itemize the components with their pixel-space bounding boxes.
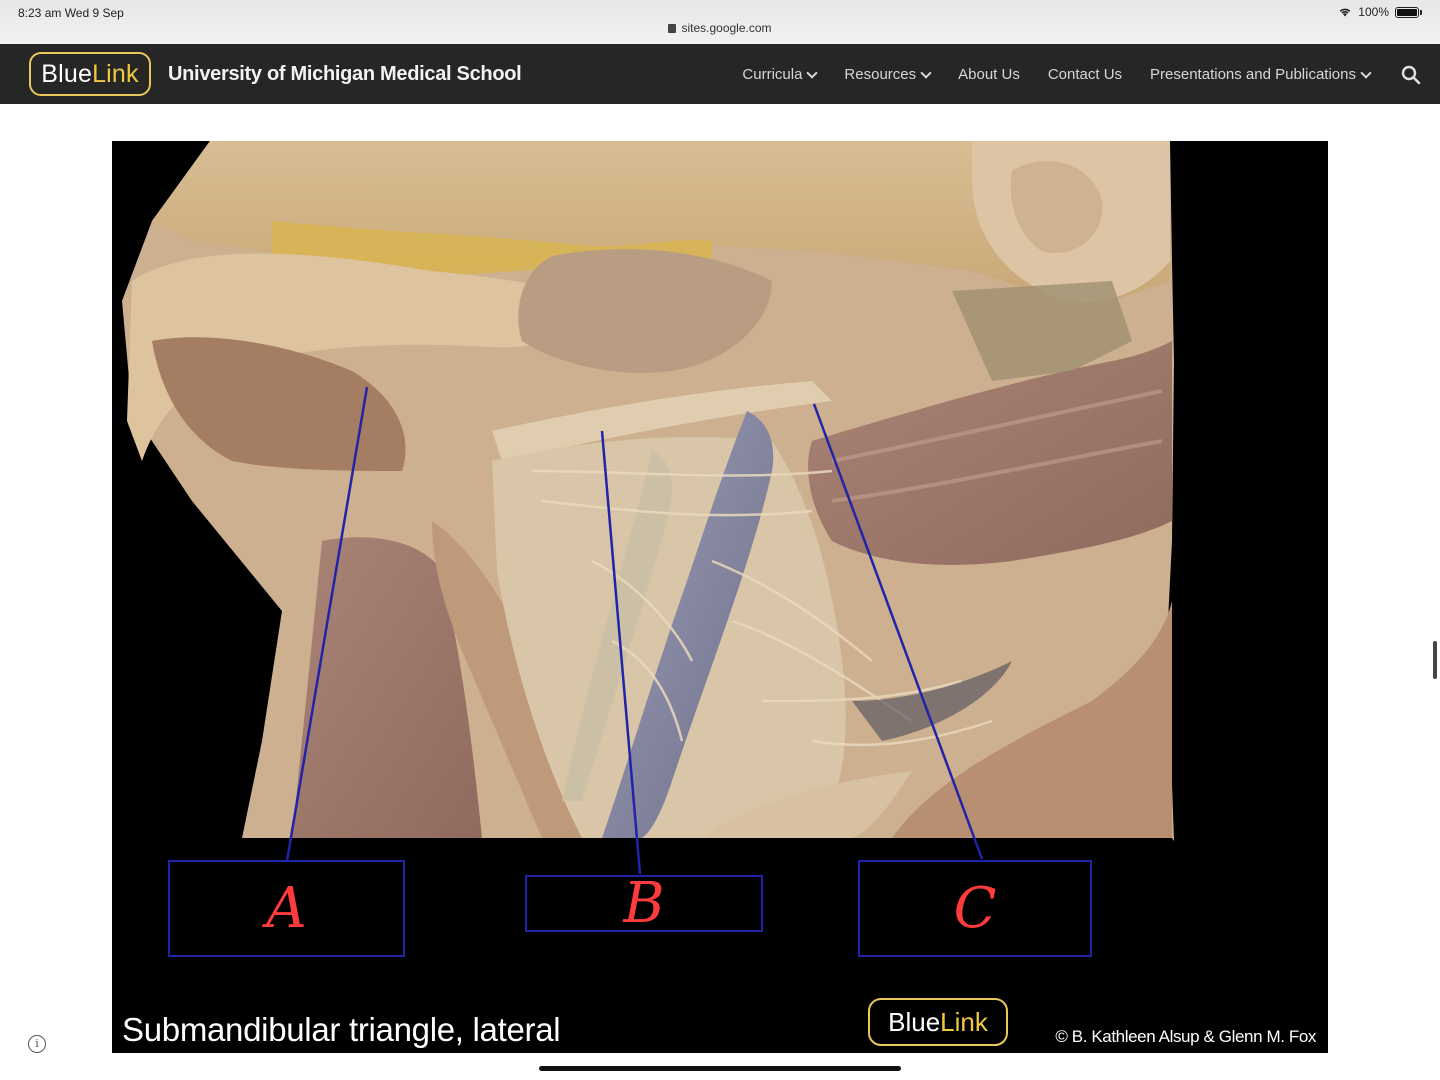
lock-icon — [668, 24, 677, 33]
nav-label: Resources — [844, 66, 917, 83]
label-box-b: B — [525, 875, 763, 932]
logo-blue-text: Blue — [41, 59, 93, 88]
scrollbar-handle[interactable] — [1433, 641, 1437, 679]
label-box-a: A — [168, 860, 405, 957]
status-time: 8:23 am Wed 9 Sep — [18, 6, 124, 20]
bluelink-logo[interactable]: Blue Link — [29, 52, 151, 96]
battery-icon — [1395, 6, 1419, 18]
nav-label: Curricula — [742, 66, 803, 83]
nav-label: Contact Us — [1047, 66, 1123, 83]
wifi-icon — [1338, 7, 1352, 17]
main-nav: Curricula Resources About Us Contact Us … — [742, 66, 1372, 83]
nav-item-resources[interactable]: Resources — [844, 66, 932, 83]
nav-label: About Us — [958, 66, 1020, 83]
logo-link-text: Link — [92, 59, 139, 88]
nav-item-presentations[interactable]: Presentations and Publications — [1150, 66, 1372, 83]
ios-status-bar: 8:23 am Wed 9 Sep sites.google.com 100% — [0, 0, 1440, 44]
site-header: Blue Link University of Michigan Medical … — [0, 44, 1440, 104]
nav-label: Presentations and Publications — [1150, 66, 1356, 83]
dissection-figure: A B C Submandibular triangle, lateral Bl… — [112, 141, 1328, 1053]
chevron-down-icon — [1360, 66, 1372, 79]
address-bar[interactable]: sites.google.com — [0, 21, 1440, 35]
nav-item-about-us[interactable]: About Us — [958, 66, 1020, 83]
chevron-down-icon — [806, 66, 819, 79]
nav-item-curricula[interactable]: Curricula — [742, 66, 819, 83]
info-icon[interactable]: i — [28, 1035, 46, 1053]
label-box-c: C — [858, 860, 1092, 957]
figure-logo-blue-text: Blue — [888, 1006, 941, 1037]
figure-logo-link-text: Link — [940, 1006, 988, 1037]
url-text: sites.google.com — [681, 21, 772, 35]
figure-credit: © B. Kathleen Alsup & Glenn M. Fox — [1055, 1027, 1316, 1046]
chevron-down-icon — [920, 66, 932, 79]
label-c: C — [953, 875, 997, 941]
site-title[interactable]: University of Michigan Medical School — [168, 63, 522, 86]
battery-cap — [1420, 9, 1422, 15]
figure-caption: Submandibular triangle, lateral — [122, 1011, 561, 1048]
label-a: A — [266, 875, 307, 941]
label-b: B — [623, 870, 665, 936]
status-right: 100% — [1338, 5, 1422, 19]
battery-percent: 100% — [1358, 5, 1389, 19]
home-indicator[interactable] — [539, 1066, 901, 1071]
nav-item-contact-us[interactable]: Contact Us — [1048, 66, 1122, 83]
search-icon[interactable] — [1400, 64, 1422, 86]
figure-bluelink-logo: Blue Link — [868, 998, 1008, 1046]
